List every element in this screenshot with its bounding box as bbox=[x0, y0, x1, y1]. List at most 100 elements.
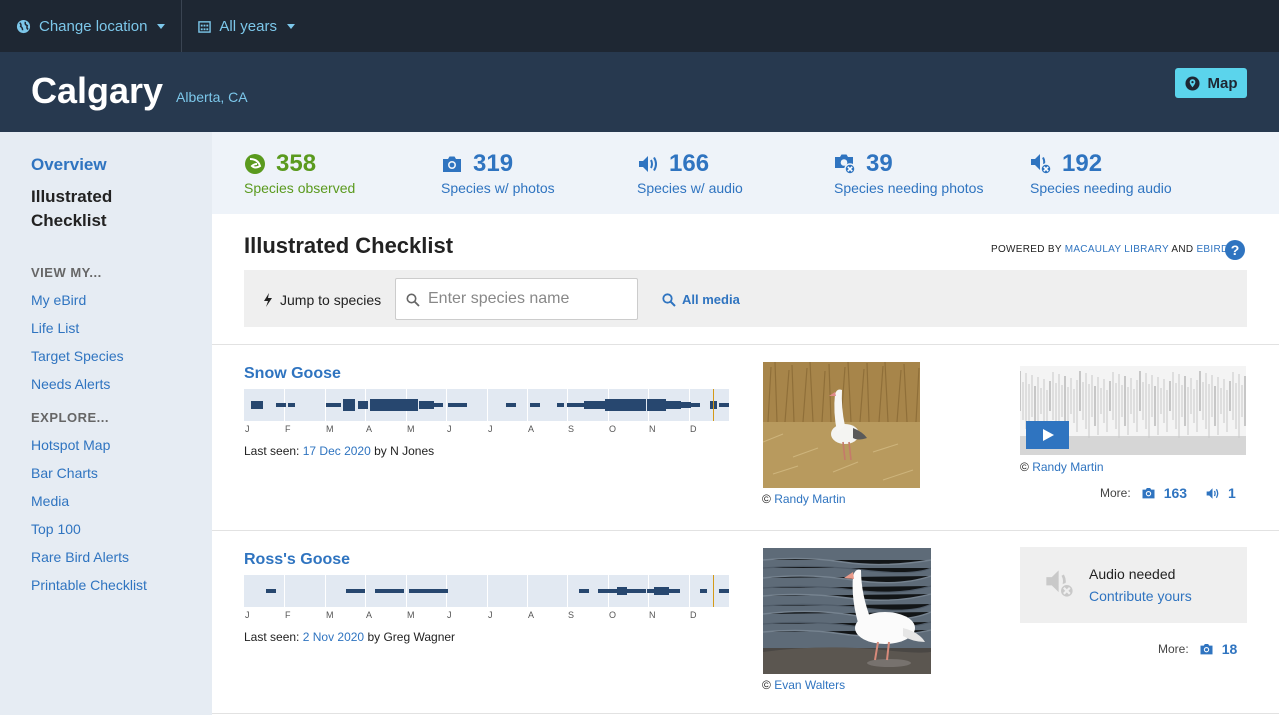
change-location-button[interactable]: Change location bbox=[0, 0, 181, 52]
sidebar-item-my-ebird[interactable]: My eBird bbox=[31, 292, 86, 308]
frequency-bar bbox=[419, 401, 434, 409]
last-seen-date-link[interactable]: 17 Dec 2020 bbox=[303, 444, 371, 458]
ebird-link[interactable]: EBIRD bbox=[1196, 244, 1228, 255]
month-labels: JFMAMJJASOND bbox=[244, 424, 729, 436]
month-label: J bbox=[447, 610, 452, 620]
more-photos-link[interactable]: 18 bbox=[1222, 641, 1238, 657]
frequency-bar bbox=[370, 399, 418, 411]
divider bbox=[212, 713, 1279, 714]
stat-value: 166 bbox=[669, 150, 710, 177]
frequency-bar bbox=[346, 589, 365, 593]
species-name-link[interactable]: Snow Goose bbox=[244, 365, 341, 383]
sidebar-item-hotspot-map[interactable]: Hotspot Map bbox=[31, 437, 110, 453]
month-label: A bbox=[366, 424, 373, 434]
more-media: More: 18 bbox=[1158, 641, 1255, 657]
play-button[interactable] bbox=[1026, 421, 1069, 449]
frequency-bar bbox=[647, 399, 666, 411]
current-week-marker bbox=[713, 575, 714, 607]
month-separator bbox=[284, 575, 285, 607]
frequency-bar bbox=[358, 401, 368, 409]
sidebar-item-top-100[interactable]: Top 100 bbox=[31, 521, 81, 537]
year-filter-button[interactable]: All years bbox=[182, 0, 311, 52]
stat-label: Species w/ photos bbox=[441, 180, 555, 196]
more-photos-link[interactable]: 163 bbox=[1164, 485, 1187, 501]
stat-species-needing-photos[interactable]: 39 Species needing photos bbox=[834, 150, 983, 196]
month-label: M bbox=[326, 610, 334, 620]
frequency-bar bbox=[433, 403, 443, 407]
month-label: A bbox=[528, 610, 535, 620]
help-icon[interactable]: ? bbox=[1225, 240, 1245, 260]
sidebar-item-overview[interactable]: Overview bbox=[31, 155, 107, 175]
speaker-icon bbox=[639, 156, 657, 172]
month-label: J bbox=[488, 424, 493, 434]
stat-species-with-audio[interactable]: 166 Species w/ audio bbox=[637, 150, 743, 196]
sidebar-heading-explore: EXPLORE... bbox=[31, 410, 109, 425]
stat-label: Species observed bbox=[244, 180, 356, 196]
page-title: Calgary bbox=[31, 70, 164, 111]
frequency-bar bbox=[567, 403, 584, 407]
more-audio-link[interactable]: 1 bbox=[1228, 485, 1236, 501]
month-label: J bbox=[245, 424, 250, 434]
powered-by-and: AND bbox=[1171, 244, 1194, 255]
sidebar-item-target-species[interactable]: Target Species bbox=[31, 348, 124, 364]
stat-species-with-photos[interactable]: 319 Species w/ photos bbox=[441, 150, 555, 196]
stat-label: Species needing audio bbox=[1030, 180, 1172, 196]
frequency-bar bbox=[530, 403, 540, 407]
camera-needed-icon bbox=[835, 154, 856, 175]
sidebar-item-rare-bird-alerts[interactable]: Rare Bird Alerts bbox=[31, 549, 129, 565]
photo-credit-link[interactable]: Randy Martin bbox=[774, 492, 845, 506]
sidebar-item-needs-alerts[interactable]: Needs Alerts bbox=[31, 376, 110, 392]
calendar-icon bbox=[198, 20, 212, 33]
frequency-bar-chart[interactable] bbox=[244, 575, 729, 607]
month-label: O bbox=[609, 424, 617, 434]
audio-spectrogram[interactable] bbox=[1020, 366, 1246, 455]
stat-species-observed[interactable]: 358 Species observed bbox=[244, 150, 355, 196]
speaker-needed-icon bbox=[1031, 154, 1052, 175]
sidebar-item-illustrated-checklist: Illustrated Checklist bbox=[31, 187, 113, 230]
last-seen: Last seen: 17 Dec 2020 by N Jones bbox=[244, 444, 434, 458]
stats-strip: 358 Species observed 319 Species w/ phot… bbox=[212, 132, 1279, 214]
month-labels: JFMAMJJASOND bbox=[244, 610, 729, 622]
sidebar-item-life-list[interactable]: Life List bbox=[31, 320, 79, 336]
species-photo[interactable] bbox=[763, 548, 931, 674]
stat-species-needing-audio[interactable]: 192 Species needing audio bbox=[1030, 150, 1172, 196]
frequency-bar bbox=[557, 403, 564, 407]
search-input[interactable] bbox=[426, 279, 631, 319]
all-media-link[interactable]: All media bbox=[662, 292, 740, 307]
month-label: F bbox=[285, 610, 291, 620]
stat-label: Species needing photos bbox=[834, 180, 984, 196]
divider bbox=[212, 344, 1279, 345]
more-media: More: 163 1 bbox=[1100, 485, 1254, 501]
camera-icon bbox=[443, 156, 461, 172]
frequency-bar bbox=[584, 401, 606, 409]
frequency-bar bbox=[605, 399, 646, 411]
divider bbox=[212, 530, 1279, 531]
region-link[interactable]: Alberta, CA bbox=[176, 89, 248, 105]
last-seen-date-link[interactable]: 2 Nov 2020 bbox=[303, 630, 364, 644]
powered-by: POWERED BY MACAULAY LIBRARY AND EBIRD bbox=[991, 244, 1229, 255]
species-name-link[interactable]: Ross's Goose bbox=[244, 551, 350, 569]
powered-by-prefix: POWERED BY bbox=[991, 244, 1062, 255]
frequency-bar bbox=[668, 589, 680, 593]
frequency-bar-chart[interactable] bbox=[244, 389, 729, 421]
species-search bbox=[395, 278, 638, 320]
map-button[interactable]: Map bbox=[1175, 68, 1247, 98]
frequency-bar bbox=[343, 399, 355, 411]
sidebar-item-bar-charts[interactable]: Bar Charts bbox=[31, 465, 98, 481]
photo-credit-link[interactable]: Evan Walters bbox=[774, 678, 845, 692]
contribute-audio-link[interactable]: Contribute yours bbox=[1089, 588, 1192, 604]
macaulay-library-link[interactable]: MACAULAY LIBRARY bbox=[1065, 244, 1169, 255]
audio-credit: © Randy Martin bbox=[1020, 460, 1104, 474]
chevron-down-icon bbox=[157, 23, 166, 29]
audio-needed-box: Audio needed Contribute yours bbox=[1020, 547, 1247, 623]
species-photo[interactable] bbox=[763, 362, 920, 488]
sidebar-item-media[interactable]: Media bbox=[31, 493, 69, 509]
copyright-symbol: © bbox=[762, 678, 771, 692]
audio-credit-link[interactable]: Randy Martin bbox=[1032, 460, 1103, 474]
frequency-bar bbox=[598, 589, 605, 593]
frequency-bar bbox=[375, 589, 404, 593]
frequency-bar bbox=[276, 403, 286, 407]
sidebar-item-printable-checklist[interactable]: Printable Checklist bbox=[31, 577, 147, 593]
all-media-label: All media bbox=[682, 292, 740, 307]
audio-needed-title: Audio needed bbox=[1089, 566, 1176, 582]
